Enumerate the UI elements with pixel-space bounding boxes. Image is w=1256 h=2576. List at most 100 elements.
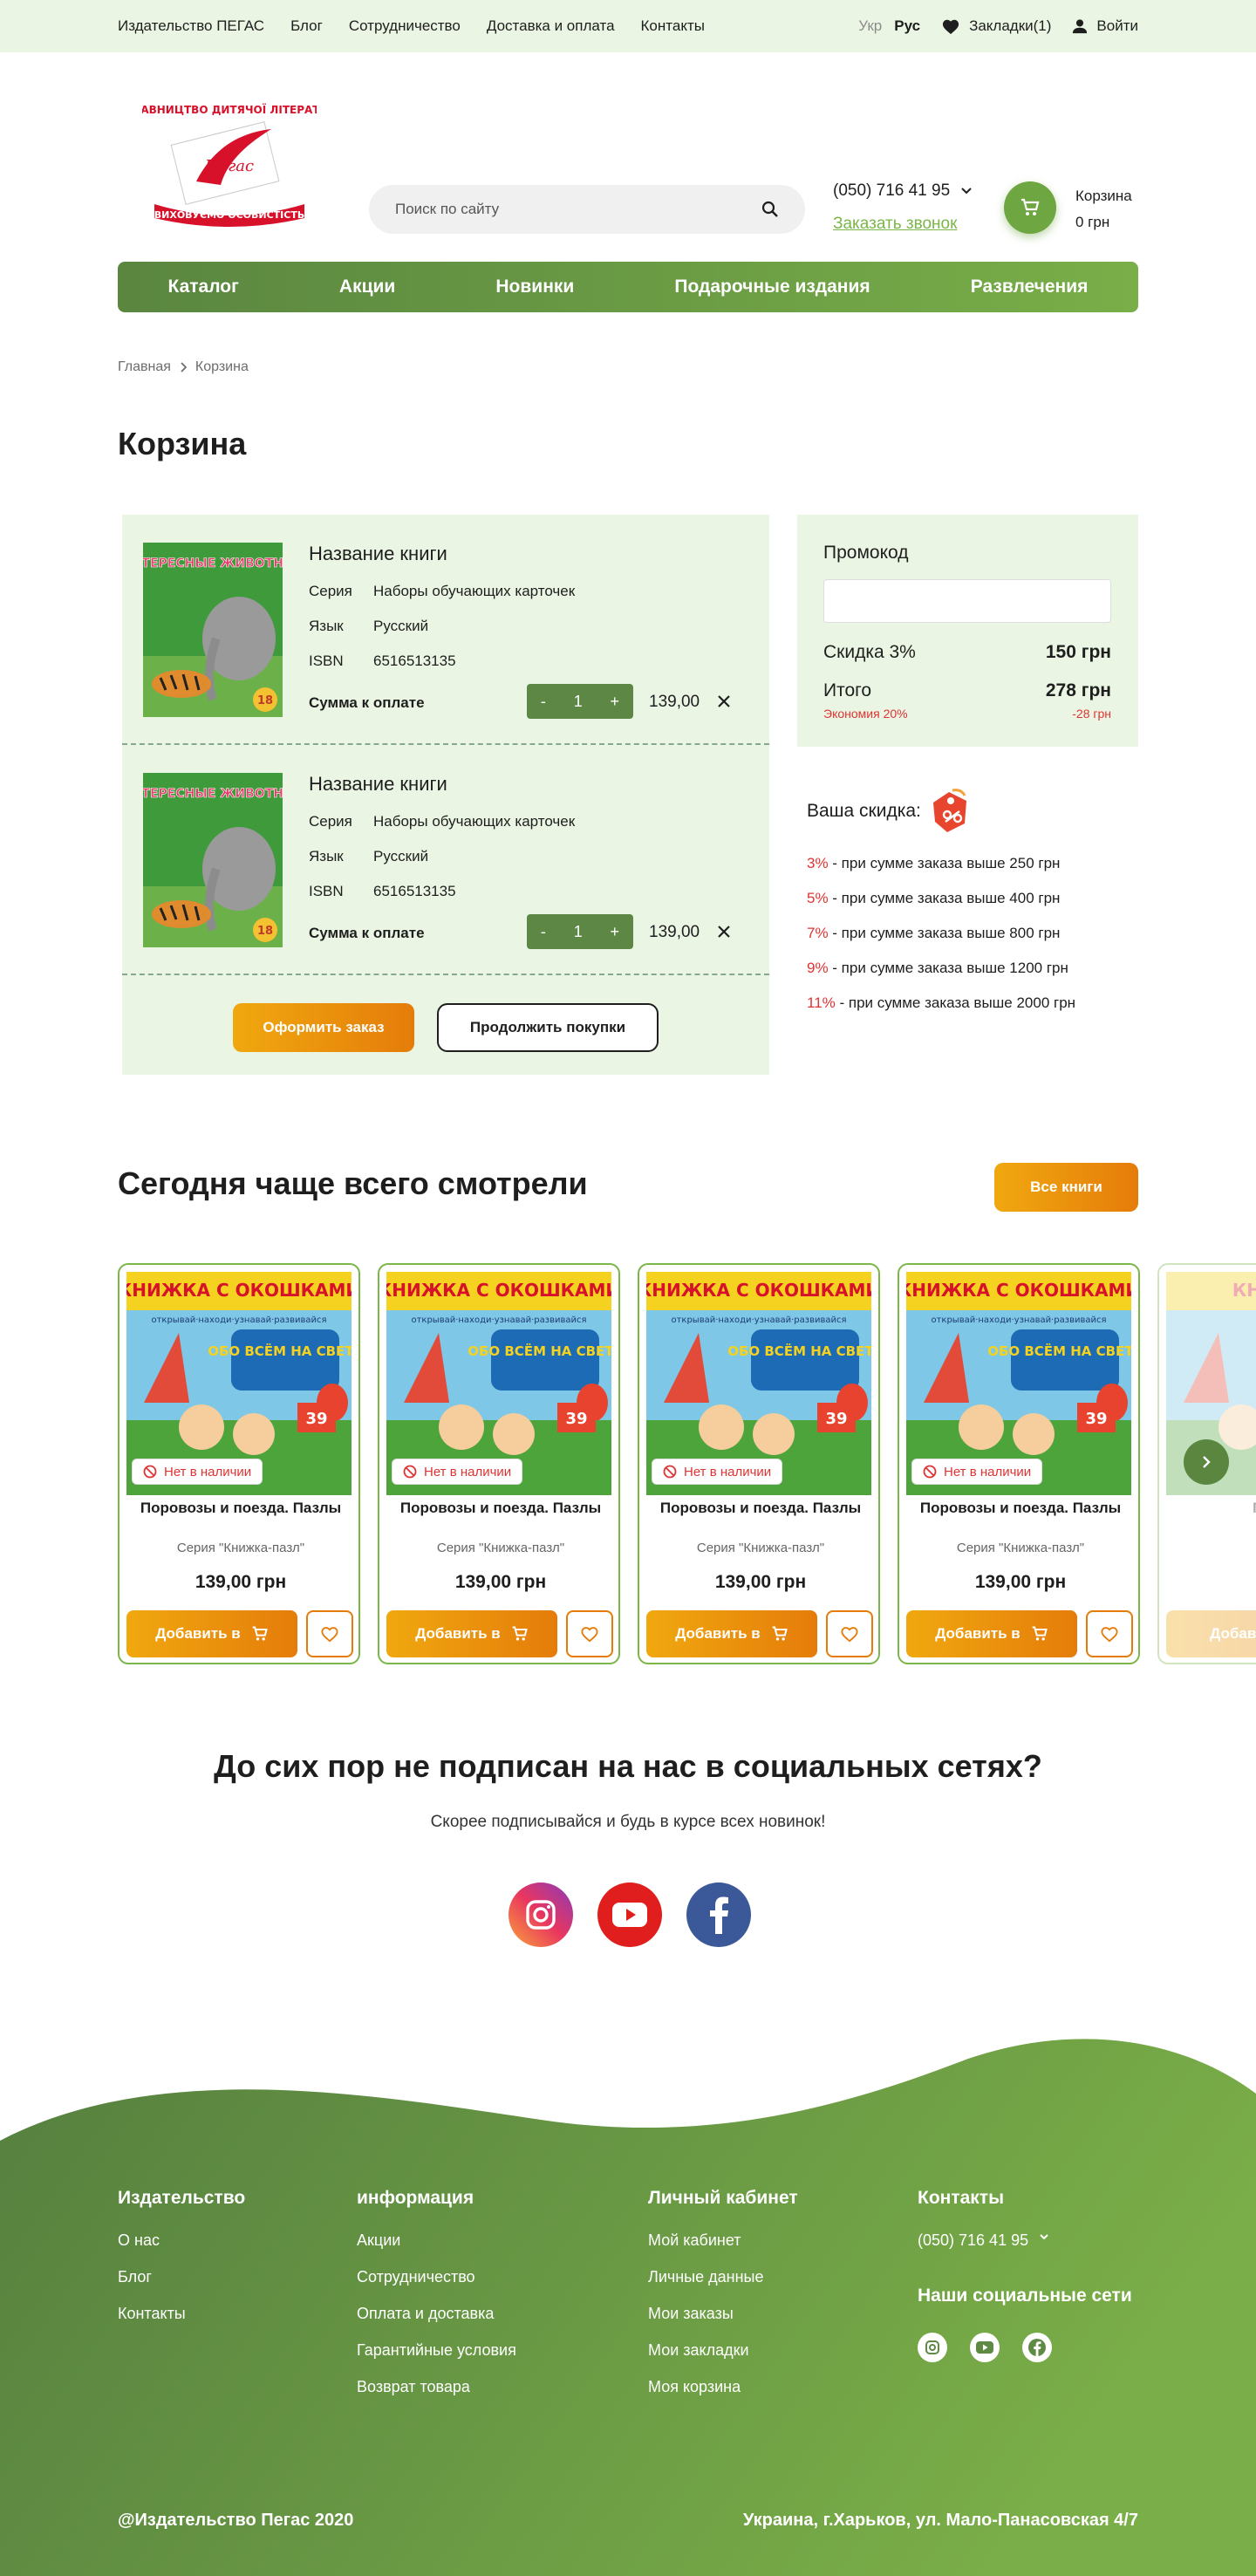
quantity-stepper: - 1 + [527,914,633,949]
top-link-blog[interactable]: Блог [290,17,323,35]
product-title[interactable]: Поровозы и поезда. Пазлы [128,1499,353,1518]
social-title: До сих пор не подписан на нас в социальн… [214,1748,1042,1784]
nav-gift[interactable]: Подарочные издания [674,277,870,297]
product-card[interactable]: КНИЖКА С ОКОШКАМИ открывай·находи·узнавай… [638,1263,880,1664]
footer-link[interactable]: Личные данные [648,2268,798,2305]
product-title[interactable]: Поровозы и поезда. Пазлы [648,1499,873,1518]
qty-value[interactable]: 1 [574,923,583,941]
promo-code-input[interactable] [823,579,1111,623]
economy-row: Экономия 20% -28 грн [823,707,1111,721]
cover-subtitle: открывай·находи·узнавай·развивайся [671,1315,846,1325]
book-cover-image[interactable]: ИНТЕРЕСНЫЕ ЖИВОТНЫЕ 18 [143,543,283,717]
footer-facebook-link[interactable] [1022,2333,1052,2362]
book-name[interactable]: Название книги [309,543,447,565]
breadcrumb-home[interactable]: Главная [118,359,171,375]
instagram-link[interactable] [509,1882,573,1947]
footer-address: Украина, г.Харьков, ул. Мало-Панасовская… [742,2511,1138,2530]
facebook-link[interactable] [686,1882,751,1947]
product-card[interactable]: КНИЖКА С ОКОШКАМИ открывай·находи·узнавай… [118,1263,360,1664]
phone-dropdown[interactable]: (050) 716 41 95 [833,181,973,201]
nav-sales[interactable]: Акции [339,277,395,297]
carousel-next-button[interactable] [1184,1439,1229,1485]
checkout-button[interactable]: Оформить заказ [233,1003,414,1052]
book-cover-image[interactable]: ИНТЕРЕСНЫЕ ЖИВОТНЫЕ 18 [143,773,283,947]
cart-list: ИНТЕРЕСНЫЕ ЖИВОТНЫЕ 18 Название книги Се… [122,515,769,1075]
book-name[interactable]: Название книги [309,773,447,796]
footer-link[interactable]: Акции [357,2231,516,2268]
remove-item-button[interactable] [717,918,731,945]
footer-link[interactable]: О нас [118,2231,245,2268]
login-link[interactable]: Войти [1072,17,1138,35]
cover-badge: 39 [305,1410,327,1428]
youtube-link[interactable] [597,1882,662,1947]
add-to-cart-label: Добавить в [935,1625,1020,1642]
youtube-icon [976,2341,993,2354]
remove-item-button[interactable] [717,687,731,714]
footer-link[interactable]: Сотрудничество [357,2268,516,2305]
qty-plus-button[interactable]: + [611,693,620,711]
chevron-right-icon [1203,1456,1211,1468]
footer-link[interactable]: Контакты [118,2305,245,2341]
footer-link[interactable]: Мой кабинет [648,2231,798,2268]
logo-slogan: ВИХОВУЄМО ОСОБИСТІСТЬ [154,209,304,221]
add-to-favorites-button[interactable] [306,1610,353,1657]
qty-plus-button[interactable]: + [611,923,620,941]
lang-rus[interactable]: Рус [894,17,920,35]
add-to-favorites-button[interactable] [1086,1610,1133,1657]
footer-instagram-link[interactable] [918,2333,947,2362]
footer-link[interactable]: Моя корзина [648,2378,798,2415]
top-link-cooperation[interactable]: Сотрудничество [349,17,461,35]
add-to-cart-button[interactable]: Добавить в [906,1610,1077,1657]
add-to-cart-button[interactable]: Добавить в [386,1610,557,1657]
search-icon[interactable] [761,201,779,218]
footer-phone-dropdown[interactable]: (050) 716 41 95 [918,2231,1132,2268]
cover-title: ИНТЕРЕСНЫЕ ЖИВОТНЫЕ [143,557,283,571]
qty-minus-button[interactable]: - [541,923,546,941]
product-series: Серия "Книжка-пазл" [956,1541,1085,1555]
total-label: Итого [823,680,872,700]
cart-summary[interactable]: Корзина 0 грн [1075,183,1132,236]
product-card[interactable]: КНИЖКА С ОКОШКАМИ открывай·находи·узнавай… [378,1263,620,1664]
social-subtitle: Скорее подписывайся и будь в курсе всех … [430,1813,826,1831]
discount-row: Скидка 3% 150 грн [823,642,1111,663]
nav-catalog[interactable]: Каталог [168,277,239,297]
pegas-logo[interactable]: ВИДАВНИЦТВО ДИТЯЧОЇ ЛІТЕРАТУРИ Пегас ВИХ… [142,98,317,229]
add-to-favorites-button[interactable] [566,1610,613,1657]
product-series: Серия " [1168,1541,1256,1555]
footer-youtube-link[interactable] [970,2333,1000,2362]
user-icon [1073,19,1088,34]
bookmarks-link[interactable]: Закладки(1) [941,17,1051,35]
nav-new[interactable]: Новинки [495,277,574,297]
product-title[interactable]: Поровозы и поезда. Пазлы [388,1499,613,1518]
add-to-cart-button[interactable]: Добавить в [646,1610,817,1657]
top-link-contacts[interactable]: Контакты [641,17,705,35]
continue-shopping-button[interactable]: Продолжить покупки [437,1003,659,1052]
add-to-favorites-button[interactable] [826,1610,873,1657]
footer-link[interactable]: Мои закладки [648,2341,798,2378]
footer-link[interactable]: Возврат товара [357,2378,516,2415]
product-title[interactable]: Порово [1168,1499,1256,1518]
discount-tier: 5% - при сумме заказа выше 400 грн [807,890,1061,906]
product-card[interactable]: КНИЖКА С ОКОШКАМИ открывай·находи·узнавай… [898,1263,1140,1664]
footer-social-title: Наши социальные сети [918,2286,1132,2306]
top-link-publisher[interactable]: Издательство ПЕГАС [118,17,264,35]
top-link-delivery[interactable]: Доставка и оплата [487,17,615,35]
nav-entertainment[interactable]: Развлечения [971,277,1089,297]
blocked-icon [403,1465,417,1479]
discount-tag-icon [932,789,966,832]
cart-button[interactable] [1004,181,1056,234]
qty-value[interactable]: 1 [574,693,583,711]
product-title[interactable]: Поровозы и поезда. Пазлы [908,1499,1133,1518]
series-value: Наборы обучающих карточек [373,813,576,830]
add-to-cart-button[interactable]: Добавл [1166,1610,1256,1657]
footer-link[interactable]: Гарантийные условия [357,2341,516,2378]
footer-link[interactable]: Оплата и доставка [357,2305,516,2341]
qty-minus-button[interactable]: - [541,693,546,711]
search-input[interactable]: Поиск по сайту [369,185,805,234]
footer-link[interactable]: Мои заказы [648,2305,798,2341]
add-to-cart-button[interactable]: Добавить в [126,1610,297,1657]
callback-link[interactable]: Заказать звонок [833,215,957,234]
footer-link[interactable]: Блог [118,2268,245,2305]
all-books-button[interactable]: Все книги [994,1163,1138,1212]
lang-ukr[interactable]: Укр [858,17,882,35]
